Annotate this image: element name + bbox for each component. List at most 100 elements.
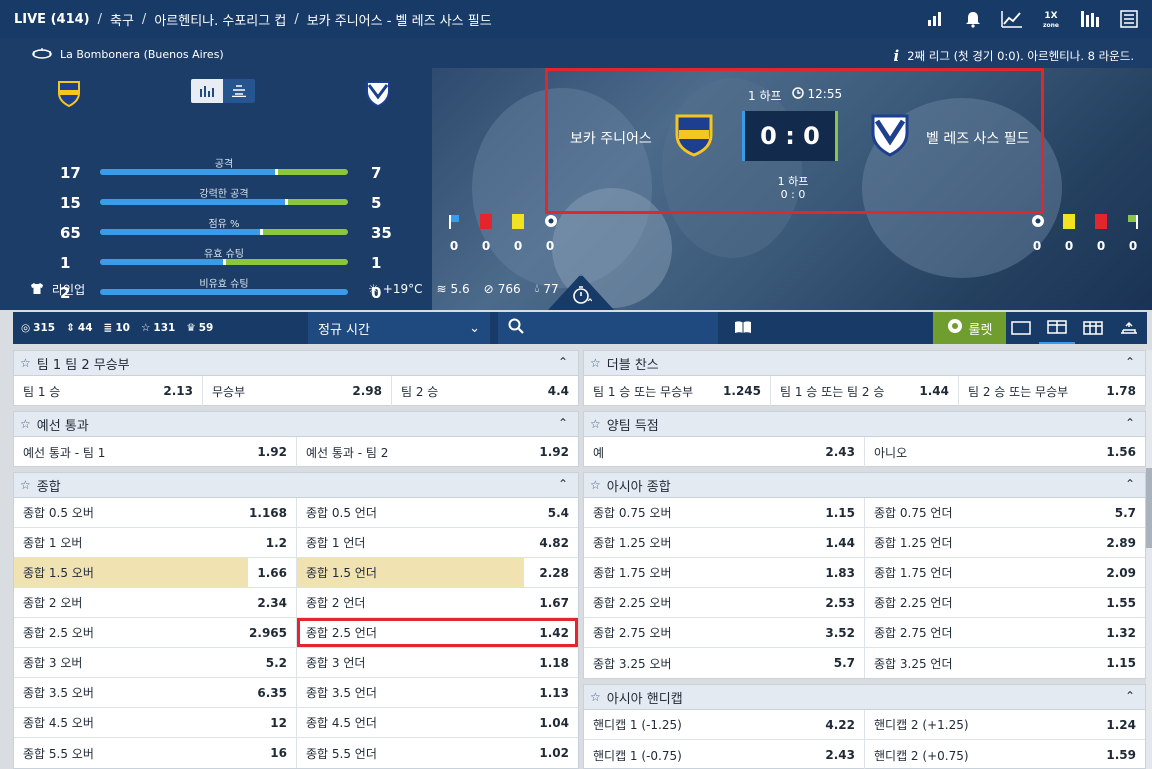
star-icon[interactable]: ☆ [20,478,31,492]
bet-outcome[interactable]: 종합 2.75 언더 1.32 [865,618,1145,647]
chevron-up-icon[interactable]: ⌃ [1125,355,1135,369]
market-header[interactable]: ☆ 종합 ⌃ [14,473,578,498]
bet-outcome-annotated[interactable]: 종합 2.5 언더 1.42 [297,618,578,647]
bet-outcome[interactable]: 종합 1.25 언더 2.89 [865,528,1145,557]
filter-all[interactable]: ◎ 315 [21,322,55,334]
bet-outcome[interactable]: 종합 1 오버 1.2 [14,528,297,557]
star-icon[interactable]: ☆ [590,690,601,704]
market-header[interactable]: ☆ 팀 1 팀 2 무승부 ⌃ [14,351,578,376]
star-icon[interactable]: ☆ [590,478,601,492]
roulette-button[interactable]: 룰렛 [933,312,1006,344]
yellow-card-icon [1063,214,1075,229]
bet-outcome[interactable]: 팀 1 승 또는 팀 2 승 1.44 [771,376,959,406]
bet-outcome-highlighted[interactable]: 종합 1.5 언더 [297,558,524,587]
bet-outcome[interactable]: 종합 1 언더 4.82 [297,528,578,557]
filter-updown[interactable]: ⇕ 44 [66,322,92,334]
bet-outcome[interactable]: 핸디캡 2 (+1.25) 1.24 [865,710,1145,739]
chevron-up-icon[interactable]: ⌃ [1125,477,1135,491]
star-icon[interactable]: ☆ [20,356,31,370]
bet-outcome[interactable]: 팀 1 승 2.13 [14,376,203,406]
bet-outcome[interactable]: 무승부 2.98 [203,376,392,406]
bet-outcome[interactable]: 종합 3.5 언더 1.13 [297,678,578,707]
bet-outcome[interactable]: 종합 0.75 오버 1.15 [584,498,865,527]
bet-outcome[interactable]: 예 2.43 [584,437,865,467]
home-team-name[interactable]: 보카 주니어스 [570,128,652,148]
bet-outcome[interactable]: 종합 3.25 오버 5.7 [584,648,865,678]
trend-chart-icon[interactable] [1001,8,1023,30]
star-icon[interactable]: ☆ [590,356,601,370]
bet-outcome[interactable]: 팀 1 승 또는 무승부 1.245 [584,376,771,406]
chevron-up-icon[interactable]: ⌃ [1125,416,1135,430]
page-scrollbar[interactable] [1146,350,1152,769]
list-icon[interactable] [1118,8,1140,30]
bet-outcome[interactable]: 종합 3 언더 1.18 [297,648,578,677]
breadcrumb-sport[interactable]: 축구 [110,10,134,29]
stats-icon[interactable] [1079,8,1101,30]
bet-outcome[interactable]: 팀 2 승 또는 무승부 1.78 [959,376,1145,406]
bet-outcome[interactable]: 종합 4.5 오버 12 [14,708,297,737]
bet-outcome[interactable]: 팀 2 승 4.4 [392,376,578,406]
stopwatch-icon[interactable] [572,285,593,309]
chevron-up-icon[interactable]: ⌃ [558,355,568,369]
corner-flag-icon [448,214,460,229]
layout-three-column-icon[interactable] [1075,312,1111,344]
market-header[interactable]: ☆ 예선 통과 ⌃ [14,412,578,437]
bet-outcome[interactable]: 종합 2.75 오버 3.52 [584,618,865,647]
market-row: 종합 3.25 오버 5.7 종합 3.25 언더 1.15 [584,648,1145,678]
bet-outcome[interactable]: 핸디캡 2 (+0.75) 1.59 [865,740,1145,769]
info-icon[interactable]: i [894,47,900,65]
market-header[interactable]: ☆ 더블 찬스 ⌃ [584,351,1145,376]
chevron-up-icon[interactable]: ⌃ [558,416,568,430]
bet-outcome[interactable]: 예선 통과 - 팀 1 1.92 [14,437,297,467]
bet-outcome[interactable]: 종합 4.5 언더 1.04 [297,708,578,737]
market-header[interactable]: ☆ 아시아 핸디캡 ⌃ [584,685,1145,710]
bet-outcome[interactable]: 핸디캡 1 (-1.25) 4.22 [584,710,865,739]
period-select[interactable]: 정규 시간 ⌄ [308,312,490,344]
match-header: La Bombonera (Buenos Aires) i 2째 리그 (첫 경… [0,38,1152,310]
filter-favorites[interactable]: ☆ 131 [141,322,175,334]
filter-trophy[interactable]: ♛ 59 [186,322,213,334]
bet-outcome[interactable]: 아니오 1.56 [865,437,1145,467]
away-team-name[interactable]: 벨 레즈 사스 필드 [926,128,1030,148]
bet-outcome-odds-cell[interactable]: 2.28 [524,558,578,587]
bet-outcome[interactable]: 핸디캡 1 (-0.75) 2.43 [584,740,865,769]
bet-outcome[interactable]: 종합 1.25 오버 1.44 [584,528,865,557]
search-input[interactable] [498,312,718,344]
bet-outcome[interactable]: 종합 5.5 언더 1.02 [297,738,578,768]
filter-list[interactable]: ≣ 10 [104,322,130,334]
star-icon[interactable]: ☆ [20,417,31,431]
bet-outcome[interactable]: 종합 1.75 언더 2.09 [865,558,1145,587]
outcome-label: 종합 1.5 언더 [306,566,377,580]
bet-outcome[interactable]: 종합 5.5 오버 16 [14,738,297,768]
book-icon[interactable] [734,319,754,338]
bet-outcome[interactable]: 종합 0.75 언더 5.7 [865,498,1145,527]
bet-outcome[interactable]: 종합 1.5 오버 1.66 [14,558,297,587]
breadcrumb-live[interactable]: LIVE (414) [14,12,90,27]
chevron-up-icon[interactable]: ⌃ [558,477,568,491]
layout-collapse-icon[interactable] [1111,312,1147,344]
breadcrumb-league[interactable]: 아르헨티나. 수포리그 컵 [154,10,286,29]
bet-outcome[interactable]: 예선 통과 - 팀 2 1.92 [297,437,578,467]
lineup-button[interactable]: 라인업 [30,281,85,298]
bet-outcome[interactable]: 종합 0.5 오버 1.168 [14,498,297,527]
bet-outcome[interactable]: 종합 2 오버 2.34 [14,588,297,617]
layout-one-column-icon[interactable] [1003,312,1039,344]
bet-outcome[interactable]: 종합 2.25 오버 2.53 [584,588,865,617]
bet-outcome[interactable]: 종합 3.5 오버 6.35 [14,678,297,707]
bet-outcome[interactable]: 종합 3 오버 5.2 [14,648,297,677]
bet-outcome[interactable]: 종합 3.25 언더 1.15 [865,648,1145,678]
1x-zone-icon[interactable]: 1X zone [1040,8,1062,30]
bet-outcome[interactable]: 종합 2 언더 1.67 [297,588,578,617]
layout-two-column-icon[interactable] [1039,312,1075,344]
bar-chart-icon[interactable] [923,8,945,30]
bet-outcome[interactable]: 종합 0.5 언더 5.4 [297,498,578,527]
market-header[interactable]: ☆ 양팀 득점 ⌃ [584,412,1145,437]
bet-outcome[interactable]: 종합 2.25 언더 1.55 [865,588,1145,617]
bet-outcome[interactable]: 종합 1.75 오버 1.83 [584,558,865,587]
star-icon[interactable]: ☆ [590,417,601,431]
chevron-up-icon[interactable]: ⌃ [1125,689,1135,703]
bell-icon[interactable] [962,8,984,30]
market-header[interactable]: ☆ 아시아 종합 ⌃ [584,473,1145,498]
scrollbar-thumb[interactable] [1146,468,1152,548]
bet-outcome[interactable]: 종합 2.5 오버 2.965 [14,618,297,647]
